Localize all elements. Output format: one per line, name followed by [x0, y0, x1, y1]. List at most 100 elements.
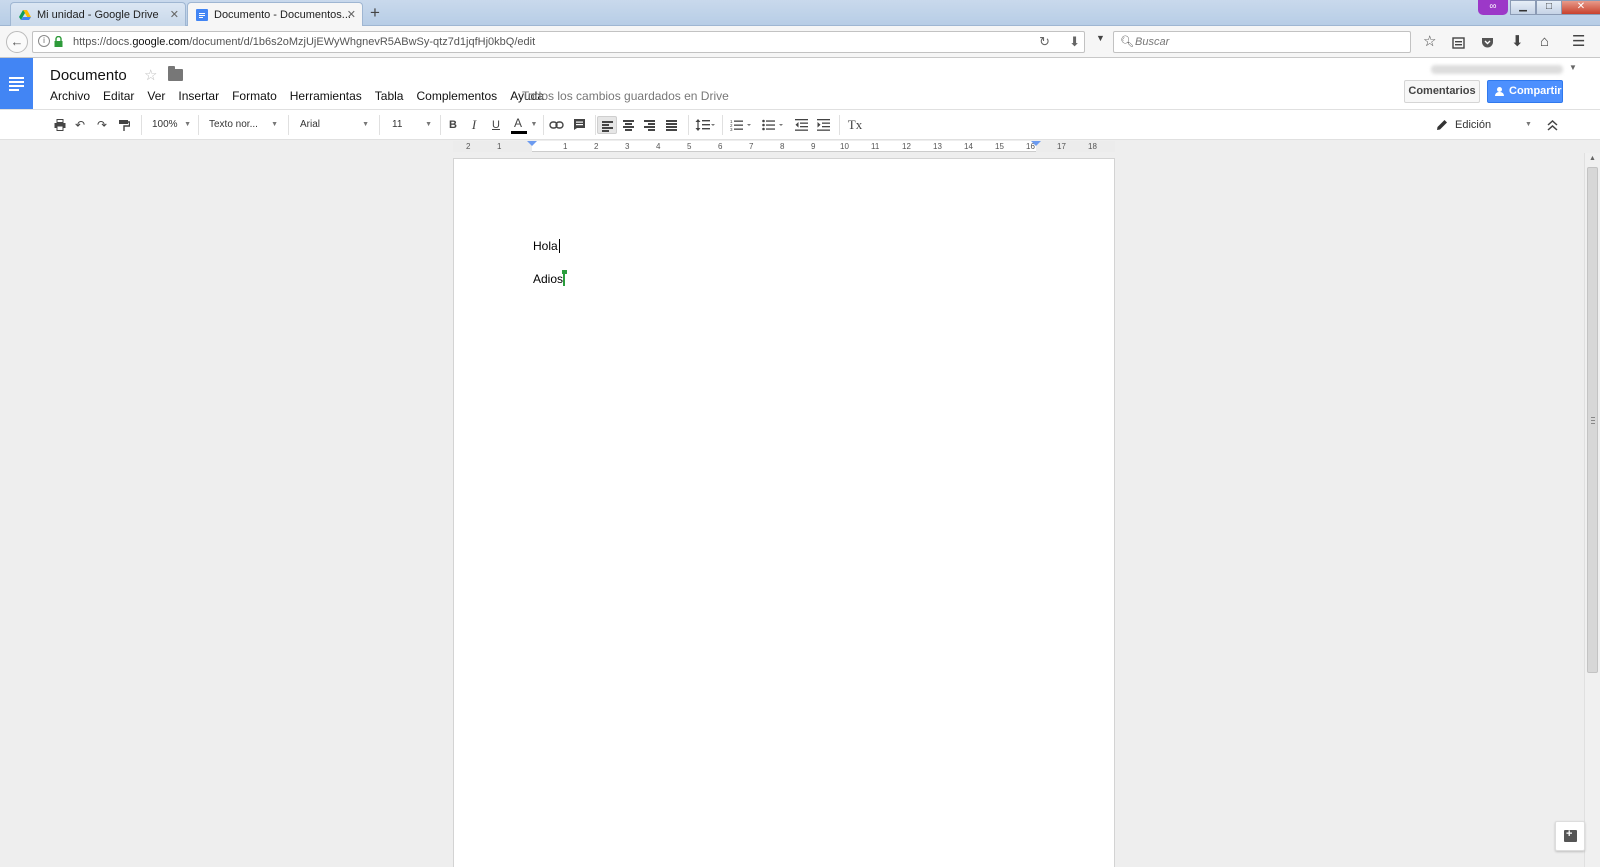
url-text: https://docs.google.com/document/d/1b6s2…: [73, 36, 536, 48]
menu-tabla[interactable]: Tabla: [375, 89, 404, 103]
tab-google-drive[interactable]: Mi unidad - Google Drive ✕: [10, 2, 186, 26]
info-icon[interactable]: i: [38, 35, 50, 47]
menu-formato[interactable]: Formato: [232, 89, 277, 103]
ruler-label: 17: [1057, 142, 1066, 151]
underline-button[interactable]: U: [488, 116, 504, 134]
ruler-label: 18: [1088, 142, 1097, 151]
text-color-button[interactable]: A: [509, 116, 529, 134]
search-input[interactable]: 🔍︎ Buscar: [1113, 31, 1411, 53]
close-window-button[interactable]: ✕: [1561, 0, 1600, 15]
align-center-button[interactable]: [619, 116, 639, 134]
document-title[interactable]: Documento: [50, 67, 127, 84]
italic-button[interactable]: I: [466, 116, 482, 134]
ruler-label: 5: [687, 142, 692, 151]
comment-icon[interactable]: [570, 116, 588, 134]
menu-ver[interactable]: Ver: [147, 89, 165, 103]
redo-icon[interactable]: ↷: [94, 116, 110, 134]
minimize-button[interactable]: ▁: [1510, 0, 1536, 15]
numbered-list-icon[interactable]: 123: [728, 116, 754, 134]
toolbar-divider: [595, 115, 596, 135]
paint-format-icon[interactable]: [116, 116, 132, 134]
left-indent-marker[interactable]: [527, 141, 537, 146]
bookmark-star-icon[interactable]: ☆: [1423, 32, 1436, 52]
private-mask-icon[interactable]: ∞: [1478, 0, 1508, 15]
chevron-down-icon: ▼: [271, 121, 278, 128]
ruler[interactable]: 2 1 1 2 3 4 5 6 7 8 9 10 11 12 13 14 15 …: [453, 141, 1115, 152]
tab-close-icon[interactable]: ✕: [347, 8, 356, 21]
clear-formatting-button[interactable]: Tx: [846, 116, 864, 134]
toolbar-divider: [839, 115, 840, 135]
formatting-toolbar: ↶ ↷ 100% ▼ Texto nor... ▼ Arial ▼ 11 ▼ B I U…: [0, 109, 1600, 140]
docs-home-icon[interactable]: [0, 58, 33, 109]
google-docs-icon: [196, 9, 208, 21]
text-cursor: [558, 239, 560, 253]
chevron-down-icon: ▼: [184, 121, 191, 128]
chevron-down-icon: ▼: [425, 121, 432, 128]
menu-insertar[interactable]: Insertar: [178, 89, 219, 103]
ruler-label: 3: [625, 142, 630, 151]
ruler-label: 9: [811, 142, 816, 151]
url-bar[interactable]: i https://docs.google.com/document/d/1b6…: [32, 31, 1085, 53]
toolbar-divider: [288, 115, 289, 135]
increase-indent-icon[interactable]: [814, 116, 832, 134]
document-page[interactable]: Hola Adios: [453, 158, 1115, 867]
link-icon[interactable]: [547, 116, 565, 134]
back-button[interactable]: ←: [6, 31, 28, 53]
paragraph[interactable]: Hola: [533, 239, 560, 253]
download-icon[interactable]: ⬇: [1069, 34, 1080, 50]
folder-icon[interactable]: [168, 66, 183, 81]
print-icon[interactable]: [52, 116, 68, 134]
zoom-select[interactable]: 100% ▼: [152, 116, 191, 134]
justify-button[interactable]: [662, 116, 682, 134]
chevron-down-icon[interactable]: ▼: [1096, 33, 1105, 43]
ruler-label: 14: [964, 142, 973, 151]
ruler-label: 2: [466, 142, 471, 151]
line-spacing-icon[interactable]: [692, 116, 718, 134]
comments-button[interactable]: Comentarios: [1404, 80, 1480, 103]
save-status[interactable]: Todos los cambios guardados en Drive: [522, 89, 729, 103]
chevron-down-icon: ▼: [1525, 121, 1532, 128]
tab-google-docs[interactable]: Documento - Documentos... ✕: [187, 2, 363, 27]
font-select[interactable]: Arial ▼: [300, 116, 369, 134]
reload-icon[interactable]: ↻: [1039, 34, 1050, 50]
chevron-down-icon[interactable]: ▼: [530, 116, 538, 134]
menu-archivo[interactable]: Archivo: [50, 89, 90, 103]
tab-close-icon[interactable]: ✕: [170, 8, 179, 21]
account-email[interactable]: [1431, 65, 1563, 74]
bold-button[interactable]: B: [445, 116, 461, 134]
home-icon[interactable]: ⌂: [1540, 32, 1549, 52]
vertical-scrollbar[interactable]: ▲: [1584, 153, 1600, 867]
chevron-down-icon[interactable]: ▼: [1569, 63, 1577, 72]
menu-complementos[interactable]: Complementos: [416, 89, 497, 103]
ruler-left-margin: [453, 141, 532, 152]
scroll-up-arrow[interactable]: ▲: [1589, 155, 1596, 162]
chevron-down-icon: ▼: [362, 121, 369, 128]
ruler-label: 11: [871, 142, 880, 151]
decrease-indent-icon[interactable]: [792, 116, 810, 134]
menu-editar[interactable]: Editar: [103, 89, 134, 103]
reading-list-icon[interactable]: [1452, 35, 1465, 55]
downloads-icon[interactable]: ⬇: [1511, 32, 1524, 52]
docs-header: Documento ☆ Archivo Editar Ver Insertar …: [0, 58, 1600, 109]
collapse-menus-icon[interactable]: [1543, 116, 1561, 134]
menu-herramientas[interactable]: Herramientas: [290, 89, 362, 103]
paragraph[interactable]: Adios: [533, 270, 568, 286]
bulleted-list-icon[interactable]: [760, 116, 786, 134]
paragraph-style-select[interactable]: Texto nor... ▼: [209, 116, 278, 134]
explore-button[interactable]: [1555, 821, 1585, 851]
pocket-icon[interactable]: [1481, 35, 1494, 55]
ruler-label: 2: [594, 142, 599, 151]
align-right-button[interactable]: [640, 116, 660, 134]
maximize-button[interactable]: □: [1536, 0, 1562, 15]
share-button[interactable]: Compartir: [1487, 80, 1563, 103]
hamburger-menu-icon[interactable]: ☰: [1572, 32, 1585, 52]
align-left-button[interactable]: [597, 116, 617, 134]
ruler-label: 7: [749, 142, 754, 151]
undo-icon[interactable]: ↶: [72, 116, 88, 134]
toolbar-divider: [440, 115, 441, 135]
scroll-thumb[interactable]: [1587, 167, 1598, 673]
font-size-select[interactable]: 11 ▼: [392, 116, 432, 134]
new-tab-button[interactable]: +: [370, 3, 380, 23]
right-indent-marker[interactable]: [1031, 141, 1041, 146]
star-icon[interactable]: ☆: [144, 66, 157, 84]
